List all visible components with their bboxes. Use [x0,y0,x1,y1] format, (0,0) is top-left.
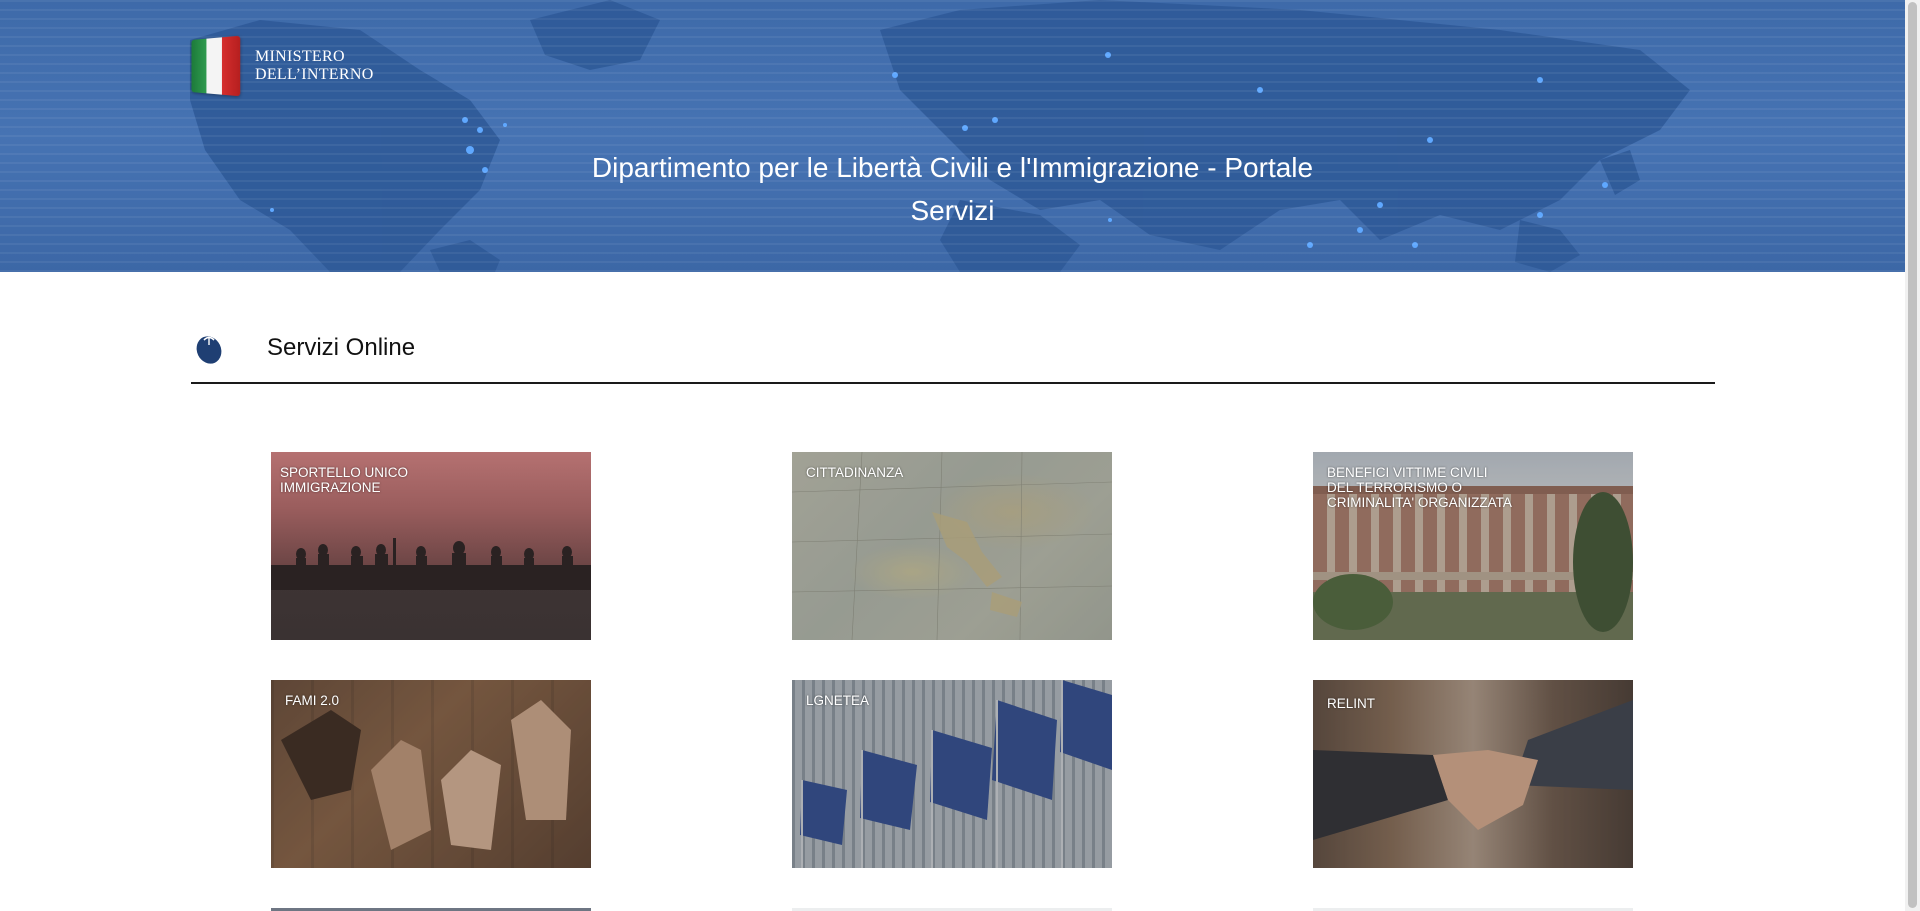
tile-label-line: BENEFICI VITTIME CIVILI [1327,465,1488,480]
service-tile-fami[interactable]: FAMI 2.0 [271,680,591,868]
tile-overlay [792,680,1112,868]
tile-label-line: IMMIGRAZIONE [280,480,381,495]
service-tile-relint[interactable]: RELINT [1313,680,1633,868]
tile-label-line: CITTADINANZA [806,465,904,480]
tile-label-line: CRIMINALITA' ORGANIZZATA [1327,495,1512,510]
section-title: Servizi Online [267,334,416,361]
tile-label-line: RELINT [1327,696,1376,711]
tile-label: RELINT [1327,696,1557,711]
tile-label-line: FAMI 2.0 [285,693,340,708]
tile-label-line: SPORTELLO UNICO [280,465,409,480]
italian-flag-icon [191,35,241,97]
section-header: Servizi Online [191,322,1715,384]
tile-label: LGNETEA [806,693,1036,708]
vertical-scrollbar[interactable] [1905,0,1920,911]
tile-label: CITTADINANZA [806,465,1036,480]
tile-label: FAMI 2.0 [285,693,515,708]
hero-banner: MINISTERO DELL’INTERNO Dipartimento per … [0,0,1905,272]
tile-overlay [792,452,1112,640]
logo-line-2: DELL’INTERNO [255,66,374,83]
page: MINISTERO DELL’INTERNO Dipartimento per … [0,0,1905,911]
ministero-logo[interactable]: MINISTERO DELL’INTERNO [189,35,374,97]
service-tile-lgnetea[interactable]: LGNETEA [792,680,1112,868]
tile-label-line: LGNETEA [806,693,870,708]
scrollbar-thumb[interactable] [1908,2,1917,908]
service-tile-sportello-unico[interactable]: SPORTELLO UNICO IMMIGRAZIONE [271,452,591,640]
tile-label-line: DEL TERRORISMO O [1327,480,1463,495]
tile-overlay [271,680,591,868]
tile-label: BENEFICI VITTIME CIVILI DEL TERRORISMO O… [1327,465,1557,510]
service-tile-benefici-vittime[interactable]: BENEFICI VITTIME CIVILI DEL TERRORISMO O… [1313,452,1633,640]
silhouettes-image [271,538,591,590]
tile-label: SPORTELLO UNICO IMMIGRAZIONE [280,465,510,495]
logo-line-1: MINISTERO [255,48,345,65]
page-title: Dipartimento per le Libertà Civili e l'I… [591,152,1314,226]
service-tile-cittadinanza[interactable]: CITTADINANZA [792,452,1112,640]
logo-text: MINISTERO DELL’INTERNO [255,48,374,84]
computer-mouse-icon [196,336,222,364]
